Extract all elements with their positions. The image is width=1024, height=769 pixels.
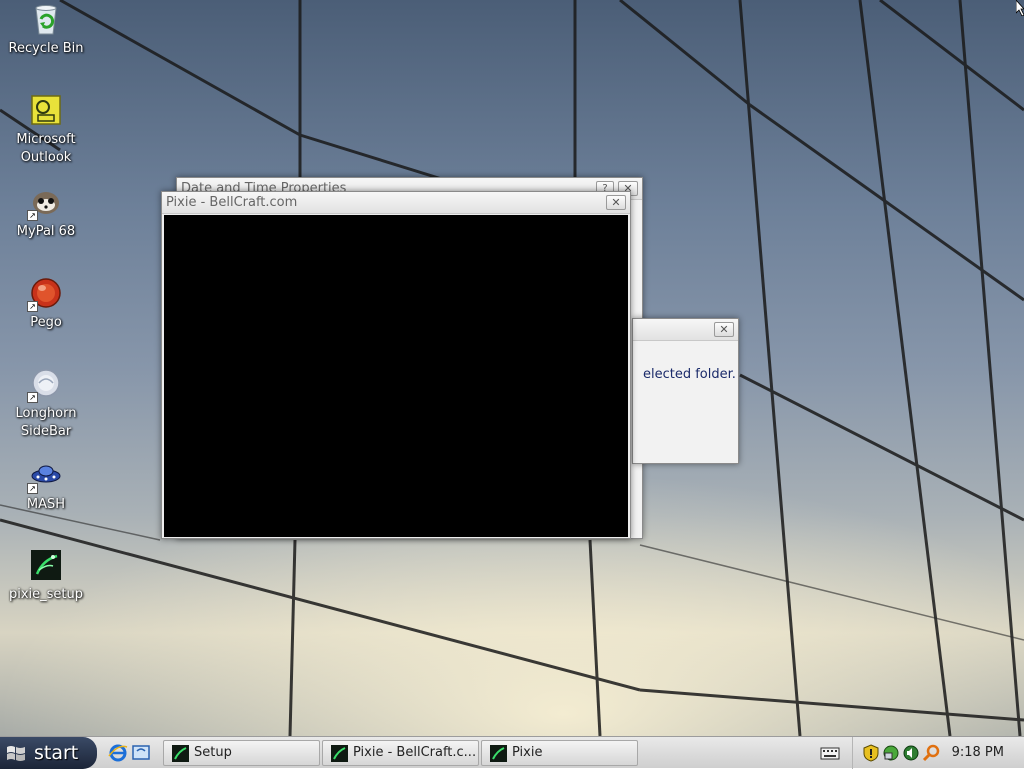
task-label: Setup: [194, 745, 232, 760]
mash-icon: ↗: [27, 458, 63, 494]
outlook-icon: [29, 93, 63, 127]
shortcut-arrow-icon: ↗: [27, 210, 38, 221]
mouse-pointer-icon: [1016, 0, 1024, 16]
shortcut-arrow-icon: ↗: [27, 301, 38, 312]
close-button[interactable]: ✕: [606, 195, 626, 210]
longhorn-sidebar-icon: ↗: [27, 367, 63, 403]
start-button[interactable]: start: [0, 737, 97, 769]
pixie-app-icon: [490, 745, 507, 762]
taskbar-button-pixie[interactable]: Pixie: [481, 740, 638, 766]
taskbar-button-pixie-bellcraft[interactable]: Pixie - BellCraft.c...: [322, 740, 479, 766]
desktop-icon-label: MASH: [26, 497, 66, 512]
show-desktop-icon[interactable]: [131, 743, 151, 763]
desktop-icon-label: Pego: [30, 315, 62, 330]
desktop-icon-label: Recycle Bin: [8, 41, 84, 56]
dialog-titlebar[interactable]: ✕: [633, 319, 738, 341]
desktop-icon-microsoft-outlook[interactable]: Microsoft Outlook: [0, 93, 92, 167]
clock[interactable]: 9:18 PM: [952, 737, 1004, 769]
start-label: start: [34, 742, 79, 764]
desktop-icon-pixie-setup[interactable]: pixie_setup: [0, 548, 92, 604]
shortcut-arrow-icon: ↗: [27, 483, 38, 494]
pixie-titlebar[interactable]: Pixie - BellCraft.com ✕: [162, 192, 630, 214]
pixie-window[interactable]: Pixie - BellCraft.com ✕: [161, 191, 631, 539]
window-title: Pixie - BellCraft.com: [166, 195, 298, 210]
taskbar: start Setup Pixie - BellCraft.c... Pixie: [0, 736, 1024, 769]
pixie-app-icon: [331, 745, 348, 762]
dialog-message: elected folder.: [643, 367, 736, 382]
search-icon[interactable]: [922, 744, 940, 762]
windows-flag-icon: [7, 746, 25, 761]
desktop-icon-longhorn-sidebar[interactable]: ↗ Longhorn SideBar: [0, 367, 92, 441]
desktop-icon-label: MyPal 68: [16, 224, 76, 239]
pixie-canvas[interactable]: [164, 215, 628, 537]
network-icon[interactable]: [882, 744, 900, 762]
taskbar-button-setup[interactable]: Setup: [163, 740, 320, 766]
task-label: Pixie: [512, 745, 543, 760]
system-tray: 9:18 PM: [852, 737, 1024, 769]
internet-explorer-icon[interactable]: [108, 743, 128, 763]
desktop-icon-label: Microsoft Outlook: [16, 132, 76, 165]
pixie-setup-icon: [29, 548, 63, 582]
desktop-icon-mash[interactable]: ↗ MASH: [0, 458, 92, 514]
desktop-icon-label: Longhorn SideBar: [15, 406, 77, 439]
folder-message-dialog[interactable]: ✕ elected folder.: [632, 318, 739, 464]
mypal-browser-icon: ↗: [27, 185, 63, 221]
task-label: Pixie - BellCraft.c...: [353, 745, 477, 760]
desktop-icon-mypal-68[interactable]: ↗ MyPal 68: [0, 185, 92, 241]
desktop-icon-label: pixie_setup: [8, 587, 84, 602]
pego-icon: ↗: [27, 276, 63, 312]
desktop[interactable]: Recycle Bin Microsoft Outlook ↗ MyPal 68: [0, 0, 1024, 736]
security-shield-icon[interactable]: [862, 744, 880, 762]
desktop-icon-pego[interactable]: ↗ Pego: [0, 276, 92, 332]
close-button[interactable]: ✕: [714, 322, 734, 337]
recycle-bin-icon: [29, 2, 63, 36]
pixie-app-icon: [172, 745, 189, 762]
volume-icon[interactable]: [902, 744, 920, 762]
keyboard-icon[interactable]: [820, 745, 840, 761]
shortcut-arrow-icon: ↗: [27, 392, 38, 403]
desktop-icon-recycle-bin[interactable]: Recycle Bin: [0, 2, 92, 58]
